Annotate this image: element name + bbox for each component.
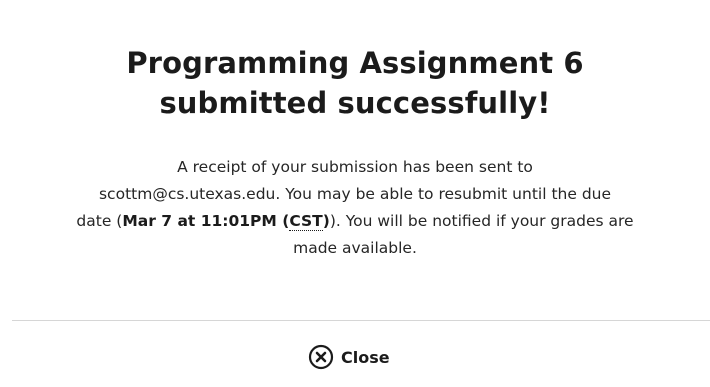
message-line-4: made available.	[293, 239, 417, 257]
close-circle-icon	[308, 344, 334, 370]
close-button[interactable]: Close	[304, 340, 394, 374]
submission-success-dialog: Programming Assignment 6 submitted succe…	[0, 0, 710, 387]
close-button-label: Close	[341, 347, 390, 367]
message-date-prefix: date (	[76, 212, 123, 230]
due-date-text: Mar 7 at 11:01PM (	[122, 212, 290, 230]
dialog-title: Programming Assignment 6 submitted succe…	[40, 43, 670, 123]
message-line-2: scottm@cs.utexas.edu. You may be able to…	[98, 185, 612, 203]
message-line-1: A receipt of your submission has been se…	[177, 158, 533, 176]
timezone-abbr: CST	[289, 212, 323, 231]
dialog-message: A receipt of your submission has been se…	[40, 154, 670, 262]
message-line-3-rest: ). You will be notified if your grades a…	[329, 212, 634, 230]
title-line-2: submitted successfully!	[159, 86, 551, 120]
due-date: Mar 7 at 11:01PM (CST)	[122, 212, 330, 231]
due-date-close: )	[322, 212, 330, 230]
title-line-1: Programming Assignment 6	[126, 46, 584, 80]
footer-divider	[12, 320, 710, 321]
